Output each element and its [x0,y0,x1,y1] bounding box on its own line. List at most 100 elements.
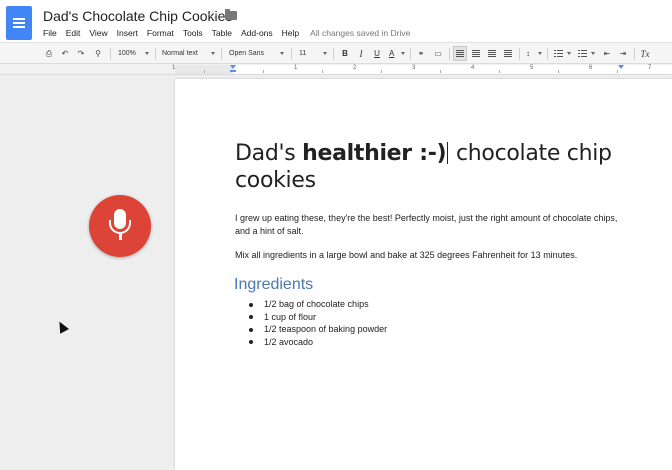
toolbar-divider [449,48,450,60]
menu-view[interactable]: View [89,28,107,38]
title-text-part1: Dad's [235,141,303,166]
align-left-icon[interactable] [453,46,467,61]
link-icon[interactable]: ⚭ [414,46,428,61]
ruler-number: 1 [172,65,176,71]
ruler-number: 3 [412,65,416,71]
undo-icon[interactable]: ↶ [58,46,72,61]
toolbar-divider [634,48,635,60]
font-select[interactable]: Open Sans [226,46,286,61]
toolbar-divider [110,48,111,60]
intro-paragraph[interactable]: I grew up eating these, they're the best… [235,212,625,237]
toolbar-divider [333,48,334,60]
save-status[interactable]: All changes saved in Drive [310,28,410,38]
menu-table[interactable]: Table [212,28,232,38]
ruler-number: 2 [353,65,357,71]
folder-icon[interactable] [225,9,237,20]
list-item[interactable]: 1/2 bag of chocolate chips [247,298,387,311]
toolbar-divider [519,48,520,60]
redo-icon[interactable]: ↷ [74,46,88,61]
align-justify-icon[interactable] [501,46,515,61]
ruler-tick [617,70,618,73]
ruler-page-area [175,65,672,74]
align-right-icon[interactable] [485,46,499,61]
ingredients-list: 1/2 bag of chocolate chips 1 cup of flou… [247,298,387,348]
ruler-tick [499,70,500,73]
menu-edit[interactable]: Edit [66,28,81,38]
toolbar-divider [547,48,548,60]
ruler-number: 1 [294,65,298,71]
docs-logo-icon[interactable] [6,6,32,40]
list-item[interactable]: 1/2 teaspoon of baking powder [247,323,387,336]
ingredients-heading[interactable]: Ingredients [234,276,313,294]
italic-button[interactable]: I [354,46,368,61]
right-indent-marker[interactable] [618,65,624,69]
ruler: 1 1 2 3 4 5 6 7 [0,64,672,75]
menu-file[interactable]: File [43,28,57,38]
star-icon[interactable]: ☆ [207,8,219,24]
print-icon[interactable]: ⎙ [42,46,56,61]
menu-help[interactable]: Help [282,28,299,38]
paint-format-icon[interactable]: ⚲ [91,46,105,61]
style-select[interactable]: Normal text [159,46,217,61]
document-page[interactable] [175,79,672,470]
title-text-bold: healthier :-) [302,141,447,166]
increase-indent-icon[interactable]: ⇥ [616,46,630,61]
text-color-icon: A [389,49,395,58]
font-size-value: 11 [299,50,307,57]
ruler-number: 4 [471,65,475,71]
mic-holder [109,220,131,234]
chevron-down-icon [211,52,215,55]
underline-button[interactable]: U [370,46,384,61]
comment-icon[interactable]: ▭ [431,46,445,61]
menu-format[interactable]: Format [147,28,174,38]
toolbar-divider [155,48,156,60]
bulleted-list-icon[interactable] [575,46,597,61]
text-color-button[interactable]: A [386,46,407,61]
chevron-down-icon [567,52,571,55]
style-value: Normal text [162,50,198,57]
menu-add-ons[interactable]: Add-ons [241,28,273,38]
zoom-select[interactable]: 100% [115,46,151,61]
left-indent-marker[interactable] [230,65,236,69]
line-spacing-icon[interactable]: ↕ [523,46,544,61]
font-value: Open Sans [229,50,265,57]
list-item[interactable]: 1 cup of flour [247,311,387,324]
ruler-tick [204,70,205,73]
toolbar-divider [291,48,292,60]
first-line-indent-marker[interactable] [230,70,236,72]
chevron-down-icon [145,52,149,55]
toolbar-divider [410,48,411,60]
zoom-value: 100% [118,50,136,57]
font-size-select[interactable]: 11 [296,46,329,61]
header: Dad's Chocolate Chip Cookies ☆ File Edit… [0,0,672,42]
document-title[interactable]: Dad's Chocolate Chip Cookies [43,8,232,24]
decrease-indent-icon[interactable]: ⇤ [600,46,614,61]
mic-stem [118,234,122,240]
ruler-tick [440,70,441,73]
bold-button[interactable]: B [338,46,352,61]
align-center-icon[interactable] [469,46,483,61]
menu-insert[interactable]: Insert [117,28,138,38]
ruler-tick [322,70,323,73]
microphone-icon[interactable] [89,195,151,257]
chevron-down-icon [591,52,595,55]
toolbar-divider [221,48,222,60]
google-docs-window: Dad's Chocolate Chip Cookies ☆ File Edit… [0,0,672,470]
document-heading[interactable]: Dad's healthier :-) chocolate chip cooki… [235,140,615,194]
numbered-list-icon[interactable] [551,46,573,61]
instructions-paragraph[interactable]: Mix all ingredients in a large bowl and … [235,249,625,262]
clear-formatting-icon[interactable]: Tx [638,46,652,61]
chevron-down-icon [538,52,542,55]
chevron-down-icon [401,52,405,55]
menu-tools[interactable]: Tools [183,28,203,38]
chevron-down-icon [323,52,327,55]
document-canvas [0,76,672,470]
ruler-number: 6 [589,65,593,71]
ruler-tick [263,70,264,73]
list-item[interactable]: 1/2 avocado [247,336,387,349]
ruler-number: 5 [530,65,534,71]
chevron-down-icon [280,52,284,55]
ruler-tick [381,70,382,73]
menu-bar: File Edit View Insert Format Tools Table… [43,26,410,40]
ruler-tick [558,70,559,73]
